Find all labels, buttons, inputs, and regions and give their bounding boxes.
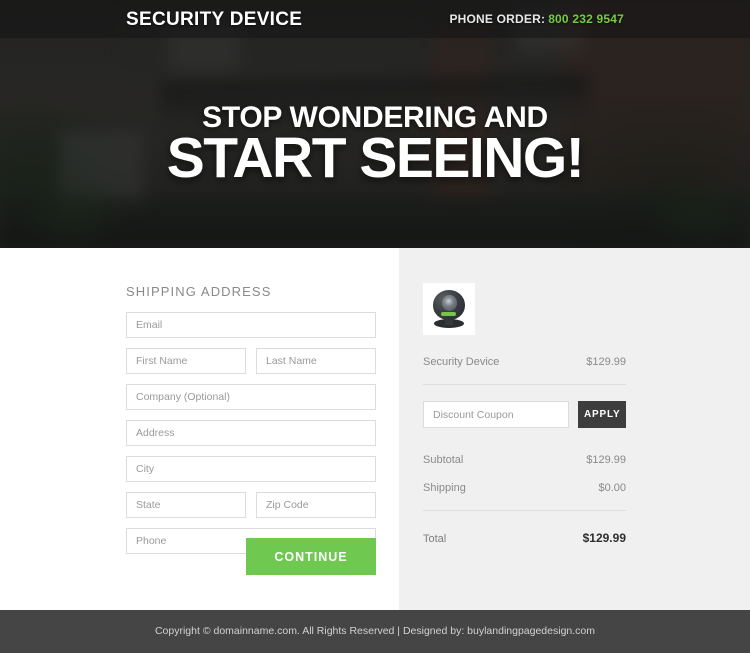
state-input[interactable]: [126, 492, 246, 518]
first-name-input[interactable]: [126, 348, 246, 374]
continue-button[interactable]: CONTINUE: [246, 538, 376, 575]
phone-order-block: PHONE ORDER: 800 232 9547: [449, 12, 624, 26]
zip-code-input[interactable]: [256, 492, 376, 518]
state-zip-row: [126, 492, 376, 518]
total-row: Total $129.99: [423, 531, 626, 545]
company-row: [126, 384, 376, 410]
shipping-address-form: SHIPPING ADDRESS Email First Name Last N…: [126, 248, 376, 575]
city-input[interactable]: [126, 456, 376, 482]
last-name-input[interactable]: [256, 348, 376, 374]
subtotal-label: Subtotal: [423, 454, 464, 466]
company-input[interactable]: [126, 384, 376, 410]
city-row: [126, 456, 376, 482]
page-footer: Copyright © domainname.com. All Rights R…: [0, 610, 750, 653]
shipping-label: Shipping: [423, 482, 466, 494]
shipping-row: Shipping $0.00: [423, 482, 626, 494]
headline-main: START SEEING!: [166, 126, 585, 190]
email-input[interactable]: [126, 312, 376, 338]
total-value: $129.99: [582, 531, 626, 545]
shipping-value: $0.00: [598, 482, 626, 494]
checkout-content: SHIPPING ADDRESS Email First Name Last N…: [0, 248, 750, 610]
brand-logo-text[interactable]: SECURITY DEVICE: [126, 9, 302, 31]
product-price: $129.99: [586, 356, 626, 368]
apply-coupon-button[interactable]: APPLY: [578, 401, 627, 428]
discount-coupon-input[interactable]: [423, 401, 569, 428]
shipping-address-heading: SHIPPING ADDRESS: [126, 284, 272, 299]
security-camera-icon: [423, 283, 475, 335]
form-fields: [126, 312, 376, 554]
address-row: [126, 420, 376, 446]
total-label: Total: [423, 533, 447, 545]
email-row: [126, 312, 376, 338]
top-navigation-bar: SECURITY DEVICE PHONE ORDER: 800 232 9547: [0, 0, 750, 38]
product-name: Security Device: [423, 356, 500, 368]
subtotal-value: $129.99: [586, 454, 626, 466]
coupon-row: APPLY: [423, 401, 627, 428]
totals-block: Subtotal $129.99 Shipping $0.00: [423, 454, 626, 494]
footer-copyright-text: Copyright © domainname.com. All Rights R…: [154, 625, 596, 637]
address-input[interactable]: [126, 420, 376, 446]
phone-order-number[interactable]: 800 232 9547: [548, 12, 624, 26]
product-line-item: Security Device $129.99: [423, 356, 626, 368]
subtotal-row: Subtotal $129.99: [423, 454, 626, 466]
order-summary: Security Device $129.99 APPLY Subtotal $…: [423, 248, 627, 545]
phone-order-label: PHONE ORDER:: [449, 12, 546, 26]
summary-divider-top: [423, 384, 626, 385]
name-row: [126, 348, 376, 374]
summary-divider-bottom: [423, 510, 626, 511]
hero-banner: SECURITY DEVICE PHONE ORDER: 800 232 9547…: [0, 0, 750, 248]
